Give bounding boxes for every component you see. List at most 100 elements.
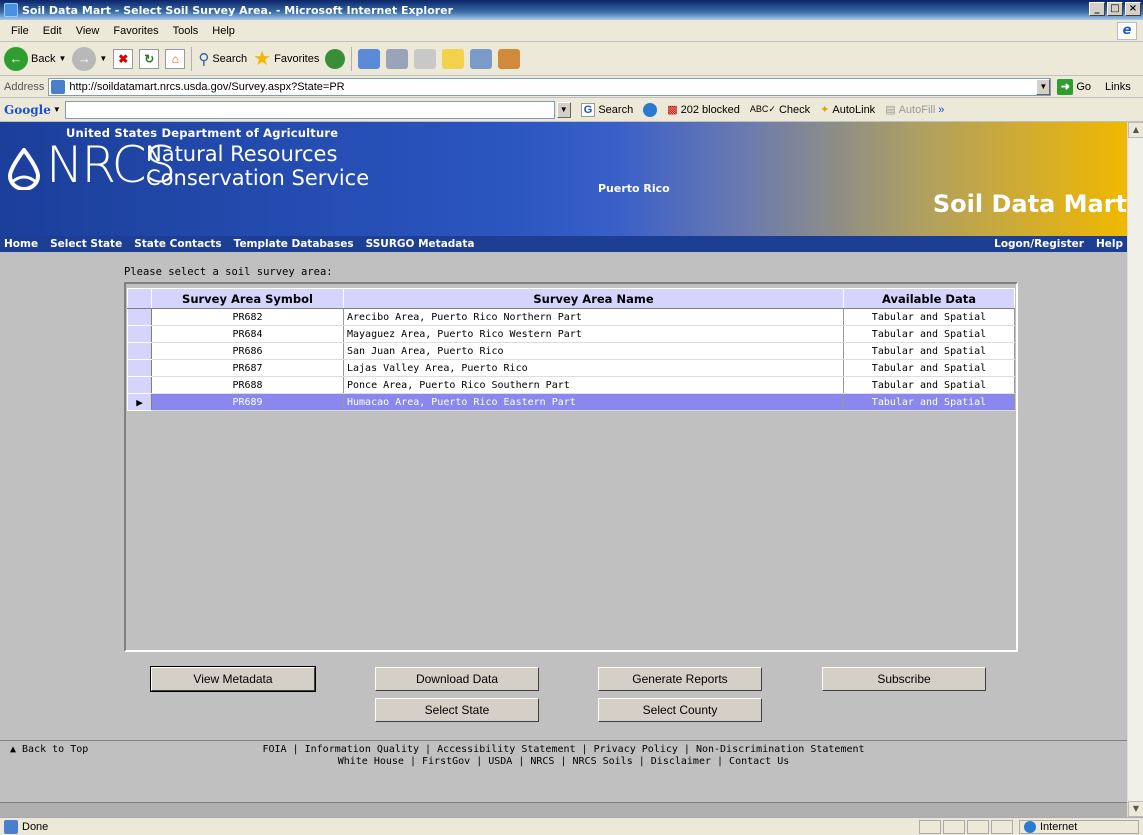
nav-ssurgo-metadata[interactable]: SSURGO Metadata [366,238,475,250]
edit-icon[interactable] [414,48,437,69]
autofill-button[interactable]: ▤ AutoFill » [885,103,944,117]
go-button[interactable]: ➜ Go [1057,78,1091,95]
nav-select-state[interactable]: Select State [50,238,122,250]
cell-available: Tabular and Spatial [843,325,1015,343]
row-selector[interactable] [127,342,152,360]
nav-template-databases[interactable]: Template Databases [234,238,354,250]
cell-available: Tabular and Spatial [843,359,1015,377]
column-header-symbol[interactable]: Survey Area Symbol [151,288,344,309]
forward-button[interactable]: → ▼ [72,46,107,71]
back-dropdown-icon[interactable]: ▼ [58,54,66,63]
maximize-button[interactable]: □ [1107,2,1123,16]
menu-edit[interactable]: Edit [36,25,69,37]
research-icon[interactable] [470,48,493,69]
row-selector[interactable] [127,308,152,326]
google-search-input[interactable] [64,100,555,119]
search-button[interactable]: ⚲ Search [198,50,247,68]
minimize-button[interactable]: _ [1089,2,1105,16]
row-selector-header [127,288,152,309]
autolink-button[interactable]: ✦ AutoLink [820,103,876,117]
cell-symbol: PR684 [151,325,344,343]
row-selector-current[interactable]: ▶ [127,393,152,411]
view-metadata-button[interactable]: View Metadata [150,666,316,692]
table-row-selected[interactable]: ▶ PR689 Humacao Area, Puerto Rico Easter… [127,393,1015,411]
back-label: Back [31,52,56,65]
favorites-button[interactable]: ★ Favorites [253,46,319,71]
column-header-available[interactable]: Available Data [843,288,1015,309]
menu-view[interactable]: View [69,25,107,37]
back-to-top-link[interactable]: ▲ Back to Top [10,744,88,755]
autofill-icon: ▤ [885,104,896,116]
close-button[interactable]: × [1125,2,1141,16]
google-dropdown-icon[interactable]: ▼ [556,101,571,118]
nav-state-contacts[interactable]: State Contacts [134,238,221,250]
survey-area-table: Survey Area Symbol Survey Area Name Avai… [127,288,1015,411]
table-header-row: Survey Area Symbol Survey Area Name Avai… [127,288,1015,309]
nav-help[interactable]: Help [1096,238,1123,250]
vertical-scrollbar[interactable]: ▲ ▼ [1127,122,1143,817]
status-text: Done [22,820,49,833]
menu-tools[interactable]: Tools [166,25,206,37]
address-bar: Address http://soildatamart.nrcs.usda.go… [0,76,1143,98]
footer-links-line1[interactable]: FOIA | Information Quality | Accessibili… [0,744,1127,755]
table-row[interactable]: PR687 Lajas Valley Area, Puerto Rico Tab… [127,359,1015,377]
menu-help[interactable]: Help [205,25,242,37]
select-county-button[interactable]: Select County [598,698,762,722]
footer-links-line2[interactable]: White House | FirstGov | USDA | NRCS | N… [0,756,1127,767]
agency-name-line1: Natural Resources [146,142,338,166]
subscribe-button[interactable]: Subscribe [822,667,986,691]
table-row[interactable]: PR688 Ponce Area, Puerto Rico Southern P… [127,376,1015,394]
messenger-icon[interactable] [498,48,521,69]
stop-icon[interactable]: ✖ [113,48,134,69]
survey-area-grid[interactable]: Survey Area Symbol Survey Area Name Avai… [124,282,1018,652]
row-selector[interactable] [127,359,152,377]
google-search-button[interactable]: G Search [580,102,633,117]
cell-symbol: PR688 [151,376,344,394]
more-chevron-icon[interactable]: » [938,104,944,116]
media-icon[interactable] [325,48,346,69]
scroll-up-icon[interactable]: ▲ [1128,122,1143,138]
back-button[interactable]: ← Back ▼ [4,46,66,71]
favorites-label: Favorites [274,52,320,65]
cell-symbol: PR682 [151,308,344,326]
ie-window-icon [4,3,18,17]
row-selector[interactable] [127,325,152,343]
nav-home[interactable]: Home [4,238,38,250]
menu-file[interactable]: File [4,25,36,37]
menu-favorites[interactable]: Favorites [106,25,165,37]
current-row-arrow-icon: ▶ [136,395,143,409]
autolink-label: AutoLink [832,103,876,116]
folder-icon[interactable] [442,48,465,69]
table-row[interactable]: PR682 Arecibo Area, Puerto Rico Northern… [127,308,1015,326]
home-icon[interactable]: ⌂ [165,48,186,69]
select-state-button[interactable]: Select State [375,698,539,722]
column-header-name[interactable]: Survey Area Name [343,288,844,309]
forward-dropdown-icon[interactable]: ▼ [99,54,107,63]
links-button[interactable]: Links [1105,81,1131,93]
globe-icon [1024,821,1036,833]
cell-available: Tabular and Spatial [843,308,1015,326]
print-icon[interactable] [386,48,409,69]
generate-reports-button[interactable]: Generate Reports [598,667,762,691]
cell-name: Ponce Area, Puerto Rico Southern Part [343,376,844,394]
nav-logon-register[interactable]: Logon/Register [994,238,1084,250]
table-row[interactable]: PR686 San Juan Area, Puerto Rico Tabular… [127,342,1015,360]
scroll-down-icon[interactable]: ▼ [1128,801,1143,817]
google-menu-icon[interactable]: ▼ [53,105,61,114]
page-status-icon [4,819,18,834]
zone-label: Internet [1040,821,1078,833]
spellcheck-button[interactable]: ABC✓ Check [750,104,810,116]
download-data-button[interactable]: Download Data [375,667,539,691]
pagerank-icon[interactable] [643,102,658,117]
google-logo[interactable]: Google [4,103,51,117]
status-panel [991,820,1013,834]
mail-icon[interactable] [358,48,381,69]
refresh-icon[interactable]: ↻ [139,48,160,69]
address-dropdown-icon[interactable]: ▼ [1036,78,1051,95]
address-input[interactable]: http://soildatamart.nrcs.usda.gov/Survey… [48,77,1052,96]
row-selector[interactable] [127,376,152,394]
table-row[interactable]: PR684 Mayaguez Area, Puerto Rico Western… [127,325,1015,343]
popup-blocker-button[interactable]: ▩ 202 blocked [667,103,740,117]
site-nav: Home Select State State Contacts Templat… [0,236,1127,252]
state-label: Puerto Rico [598,182,670,195]
